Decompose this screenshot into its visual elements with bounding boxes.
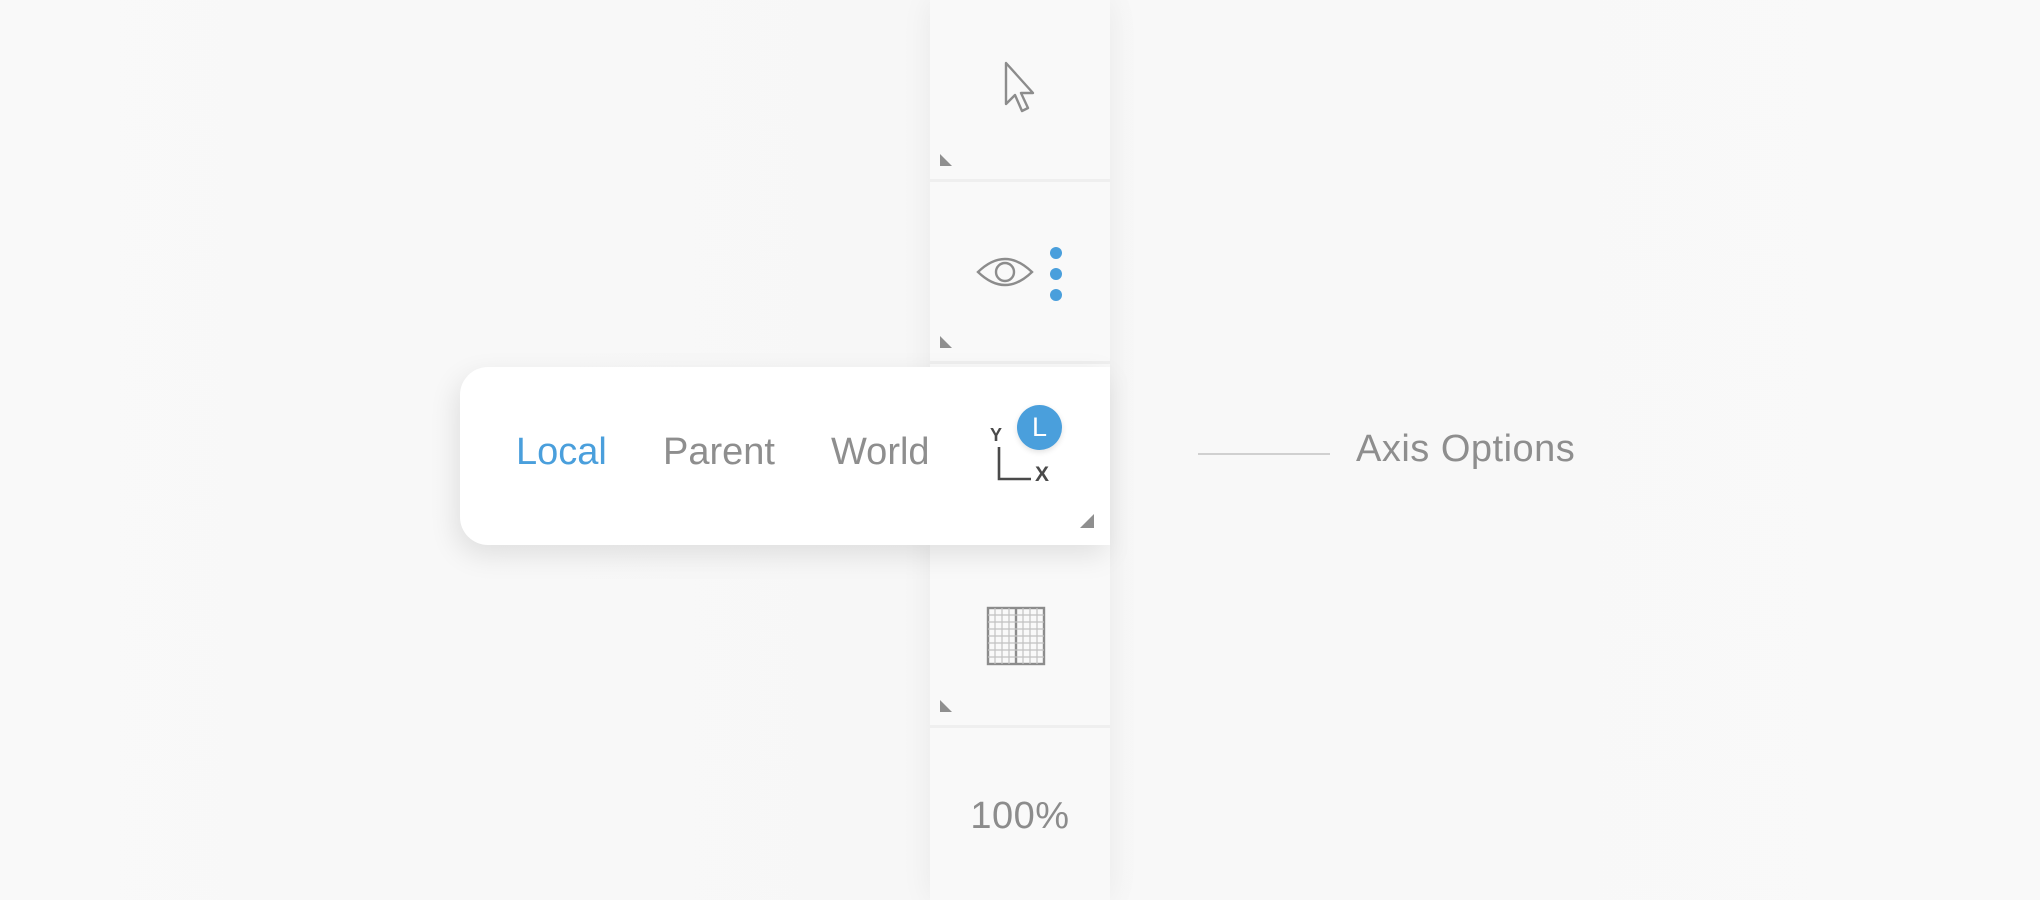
axis-option-world[interactable]: World bbox=[831, 431, 930, 474]
submenu-indicator-icon bbox=[940, 700, 952, 712]
axis-y-label: Y bbox=[990, 425, 1003, 445]
axis-x-label: X bbox=[1035, 463, 1050, 486]
view-tool-button[interactable] bbox=[930, 182, 1110, 364]
submenu-indicator-icon bbox=[940, 336, 952, 348]
axis-option-local[interactable]: Local bbox=[516, 431, 607, 474]
axis-mode-badge: L bbox=[1017, 405, 1062, 450]
grid-tool-button[interactable] bbox=[930, 546, 1110, 728]
zoom-level-label[interactable]: 100% bbox=[930, 795, 1110, 838]
submenu-indicator-icon bbox=[1080, 514, 1094, 528]
grid-icon bbox=[986, 606, 1046, 666]
callout-line bbox=[1198, 453, 1330, 455]
submenu-indicator-icon bbox=[940, 154, 952, 166]
callout-label: Axis Options bbox=[1356, 428, 1576, 470]
axis-options-popover: Local Parent World Y X bbox=[460, 367, 1110, 545]
eye-icon bbox=[975, 252, 1035, 292]
canvas: 100% Local Parent World Y X L Axis Optio… bbox=[0, 0, 2040, 900]
select-tool-button[interactable] bbox=[930, 0, 1110, 182]
vertical-dots-icon[interactable] bbox=[1048, 244, 1064, 304]
pointer-arrow-icon bbox=[995, 60, 1045, 116]
axis-option-parent[interactable]: Parent bbox=[663, 431, 775, 474]
